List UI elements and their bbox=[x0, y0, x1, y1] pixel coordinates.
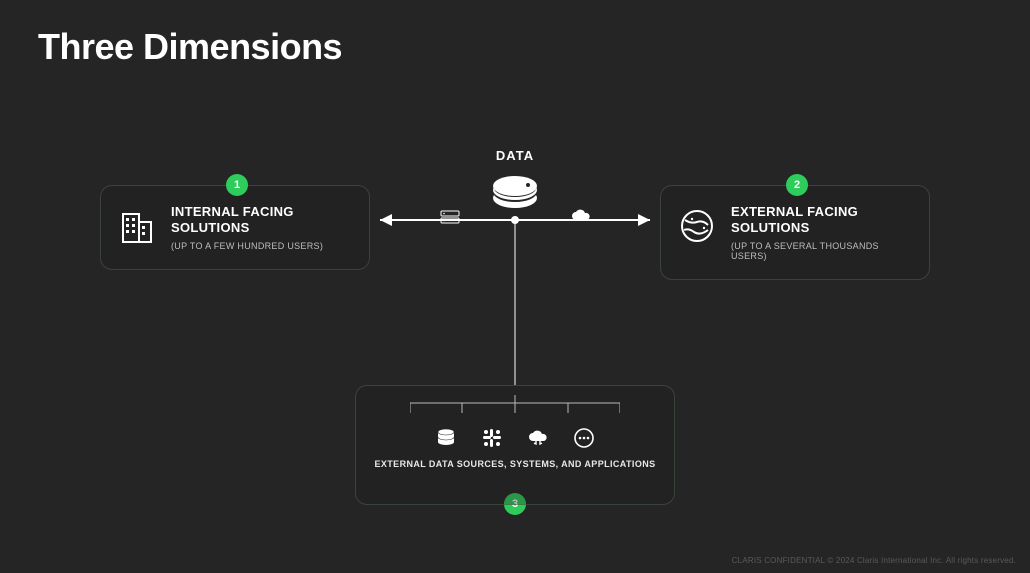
dimension-internal: INTERNAL FACING SOLUTIONS (UP TO A FEW H… bbox=[100, 185, 370, 270]
database-icon bbox=[435, 427, 457, 449]
card-title: EXTERNAL FACING SOLUTIONS bbox=[731, 204, 913, 237]
data-label: DATA bbox=[496, 148, 534, 163]
server-icon bbox=[440, 210, 460, 224]
globe-icon bbox=[677, 206, 717, 246]
card-text: INTERNAL FACING SOLUTIONS (UP TO A FEW H… bbox=[171, 204, 353, 251]
card-text: EXTERNAL FACING SOLUTIONS (UP TO A SEVER… bbox=[731, 204, 913, 261]
more-icon bbox=[573, 427, 595, 449]
card-subtitle: (UP TO A SEVERAL THOUSANDS USERS) bbox=[731, 241, 913, 261]
bottom-icon-row bbox=[435, 427, 595, 449]
badge-2: 2 bbox=[786, 174, 808, 196]
dimension-external: EXTERNAL FACING SOLUTIONS (UP TO A SEVER… bbox=[660, 185, 930, 280]
badge-1: 1 bbox=[226, 174, 248, 196]
cloud-sync-icon bbox=[527, 427, 549, 449]
slack-icon bbox=[481, 427, 503, 449]
footer-copyright: CLARIS CONFIDENTIAL © 2024 Claris Intern… bbox=[732, 556, 1016, 565]
cloud-icon bbox=[570, 208, 592, 224]
dimension-data-sources: EXTERNAL DATA SOURCES, SYSTEMS, AND APPL… bbox=[355, 385, 675, 505]
office-building-icon bbox=[117, 206, 157, 246]
bottom-card-label: EXTERNAL DATA SOURCES, SYSTEMS, AND APPL… bbox=[374, 459, 655, 469]
card-subtitle: (UP TO A FEW HUNDRED USERS) bbox=[171, 241, 353, 251]
data-storage-icon bbox=[491, 170, 539, 210]
card-title: INTERNAL FACING SOLUTIONS bbox=[171, 204, 353, 237]
